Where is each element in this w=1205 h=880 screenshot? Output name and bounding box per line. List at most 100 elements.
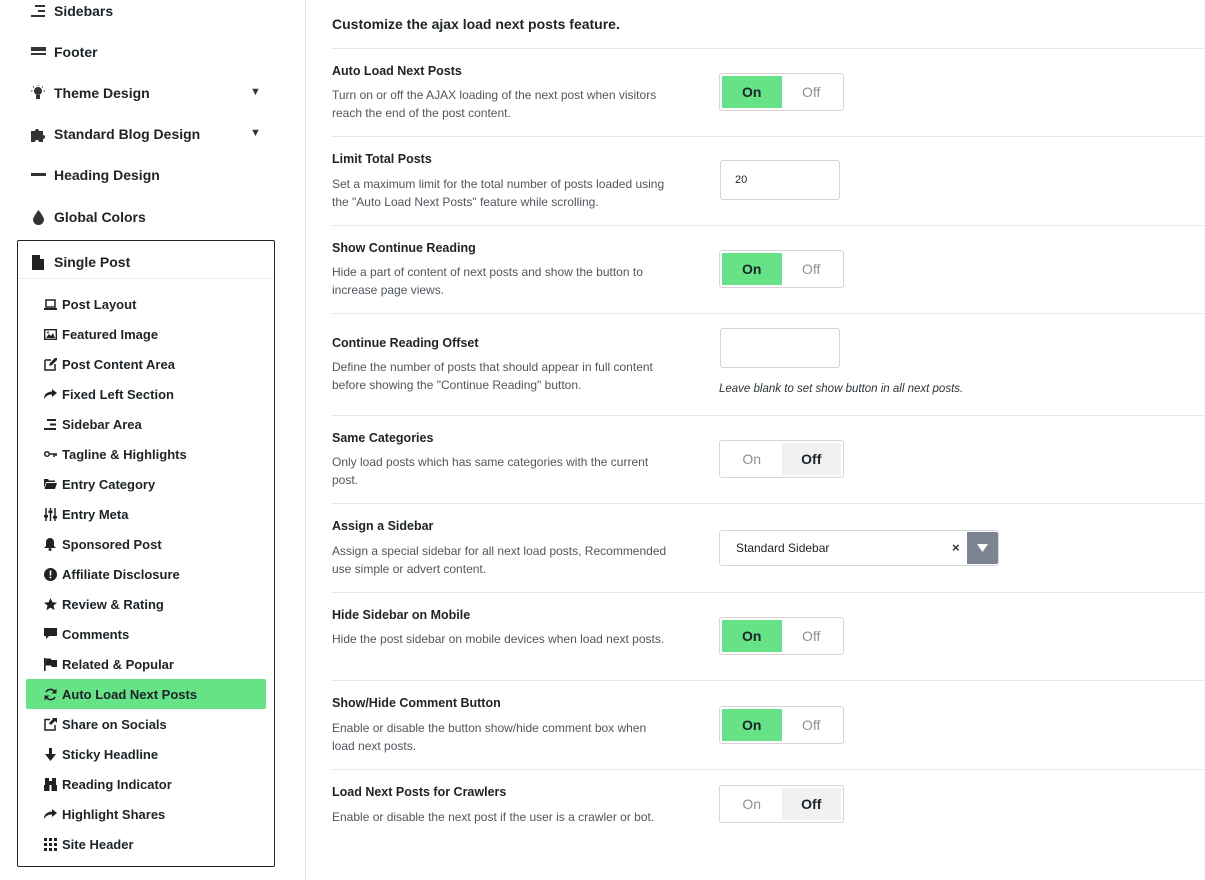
- sidebar-select[interactable]: Standard Sidebar ×: [719, 530, 999, 566]
- sub-item-highlight-shares[interactable]: Highlight Shares: [26, 799, 266, 829]
- dropdown-arrow-icon[interactable]: [967, 532, 998, 564]
- sub-item-sidebar-area[interactable]: Sidebar Area: [26, 409, 266, 439]
- option-title: Auto Load Next Posts: [332, 64, 462, 78]
- option-description: Turn on or off the AJAX loading of the n…: [332, 88, 657, 120]
- same-categories-toggle[interactable]: On Off: [719, 440, 844, 478]
- sub-item-comments[interactable]: Comments: [26, 619, 266, 649]
- key-icon: [43, 447, 57, 461]
- sub-item-review-rating[interactable]: Review & Rating: [26, 589, 266, 619]
- caret-down-icon[interactable]: ▼: [250, 127, 261, 139]
- puzzle-icon: [30, 126, 46, 142]
- lightbulb-icon: [30, 85, 46, 101]
- divider: [332, 136, 1205, 137]
- panel-intro: Customize the ajax load next posts featu…: [332, 16, 620, 32]
- caret-down-icon[interactable]: ▼: [250, 86, 261, 98]
- toggle-on-option[interactable]: On: [722, 620, 782, 652]
- align-right-icon: [30, 3, 46, 19]
- nav-item-label: Global Colors: [54, 209, 146, 225]
- auto-load-toggle[interactable]: On Off: [719, 73, 844, 111]
- sub-item-label: Sidebar Area: [62, 416, 142, 432]
- sub-item-label: Sponsored Post: [62, 536, 162, 552]
- bell-icon: [43, 537, 57, 551]
- limit-total-posts-input[interactable]: [720, 160, 840, 200]
- toggle-on-option[interactable]: On: [722, 788, 782, 820]
- toggle-on-option[interactable]: On: [722, 76, 782, 108]
- sub-item-label: Related & Popular: [62, 656, 174, 672]
- drop-icon: [30, 209, 46, 225]
- sub-item-entry-meta[interactable]: Entry Meta: [26, 499, 266, 529]
- nav-item-theme-design[interactable]: Theme Design ▼: [30, 80, 270, 106]
- toggle-off-option[interactable]: Off: [781, 443, 841, 475]
- sub-item-label: Share on Socials: [62, 716, 167, 732]
- option-description: Only load posts which has same categorie…: [332, 455, 649, 487]
- nav-item-heading-design[interactable]: Heading Design: [30, 162, 160, 188]
- sub-item-label: Auto Load Next Posts: [62, 686, 198, 702]
- sub-item-auto-load-next-posts[interactable]: Auto Load Next Posts: [26, 679, 266, 709]
- exclamation-circle-icon: [43, 567, 57, 581]
- option-description: Hide a part of content of next posts and…: [332, 265, 643, 297]
- nav-item-label: Sidebars: [54, 3, 114, 19]
- sub-item-fixed-left-section[interactable]: Fixed Left Section: [26, 379, 266, 409]
- sub-item-related-popular[interactable]: Related & Popular: [26, 649, 266, 679]
- laptop-icon: [43, 297, 57, 311]
- toggle-off-option[interactable]: Off: [781, 788, 841, 820]
- divider: [332, 415, 1205, 416]
- option-description: Hide the post sidebar on mobile devices …: [332, 632, 665, 646]
- sub-item-sponsored-post[interactable]: Sponsored Post: [26, 529, 266, 559]
- option-description: Assign a special sidebar for all next lo…: [332, 544, 667, 576]
- binoculars-icon: [43, 777, 57, 791]
- settings-panel: Customize the ajax load next posts featu…: [307, 0, 1205, 880]
- toggle-off-option[interactable]: Off: [782, 709, 842, 741]
- sub-item-post-layout[interactable]: Post Layout: [26, 289, 266, 319]
- hide-sidebar-mobile-toggle[interactable]: On Off: [719, 617, 844, 655]
- option-title: Show Continue Reading: [332, 241, 476, 255]
- divider: [19, 278, 273, 279]
- share-arrow-icon: [43, 387, 57, 401]
- sub-item-sticky-headline[interactable]: Sticky Headline: [26, 739, 266, 769]
- sub-item-featured-image[interactable]: Featured Image: [26, 319, 266, 349]
- grid-icon: [43, 837, 57, 851]
- sub-item-site-header[interactable]: Site Header: [26, 829, 266, 859]
- option-title: Show/Hide Comment Button: [332, 696, 501, 710]
- toggle-on-option[interactable]: On: [722, 443, 782, 475]
- divider: [332, 769, 1205, 770]
- sub-item-affiliate-disclosure[interactable]: Affiliate Disclosure: [26, 559, 266, 589]
- flag-icon: [43, 657, 57, 671]
- star-icon: [43, 597, 57, 611]
- sub-item-label: Reading Indicator: [62, 776, 172, 792]
- sub-item-label: Tagline & Highlights: [62, 446, 187, 462]
- sub-item-label: Comments: [62, 626, 130, 642]
- sub-item-label: Post Content Area: [62, 356, 175, 372]
- image-icon: [43, 327, 57, 341]
- continue-reading-toggle[interactable]: On Off: [719, 250, 844, 288]
- divider: [332, 592, 1205, 593]
- comment-button-toggle[interactable]: On Off: [719, 706, 844, 744]
- sub-item-tagline-highlights[interactable]: Tagline & Highlights: [26, 439, 266, 469]
- sub-item-share-on-socials[interactable]: Share on Socials: [26, 709, 266, 739]
- align-right-icon: [43, 417, 57, 431]
- sub-item-label: Sticky Headline: [62, 746, 159, 762]
- toggle-off-option[interactable]: Off: [782, 620, 842, 652]
- nav-item-footer[interactable]: Footer: [30, 39, 98, 65]
- clear-icon[interactable]: ×: [952, 540, 960, 555]
- folder-open-icon: [43, 477, 57, 491]
- toggle-on-option[interactable]: On: [722, 709, 782, 741]
- nav-item-standard-blog-design[interactable]: Standard Blog Design ▼: [30, 121, 270, 147]
- divider: [332, 48, 1205, 49]
- footer-icon: [30, 44, 46, 60]
- continue-reading-offset-input[interactable]: [720, 328, 840, 368]
- section-header-single-post[interactable]: Single Post: [30, 249, 130, 275]
- nav-item-global-colors[interactable]: Global Colors: [30, 204, 146, 230]
- toggle-off-option[interactable]: Off: [782, 76, 842, 108]
- option-description: Define the number of posts that should a…: [332, 360, 653, 392]
- toggle-off-option[interactable]: Off: [782, 253, 842, 285]
- crawlers-toggle[interactable]: On Off: [719, 785, 844, 823]
- option-title: Hide Sidebar on Mobile: [332, 608, 471, 622]
- nav-item-label: Theme Design: [54, 85, 150, 101]
- sub-item-reading-indicator[interactable]: Reading Indicator: [26, 769, 266, 799]
- sub-item-post-content-area[interactable]: Post Content Area: [26, 349, 266, 379]
- toggle-on-option[interactable]: On: [722, 253, 782, 285]
- nav-item-sidebars[interactable]: Sidebars: [30, 0, 113, 24]
- sub-item-entry-category[interactable]: Entry Category: [26, 469, 266, 499]
- share-arrow-icon: [43, 807, 57, 821]
